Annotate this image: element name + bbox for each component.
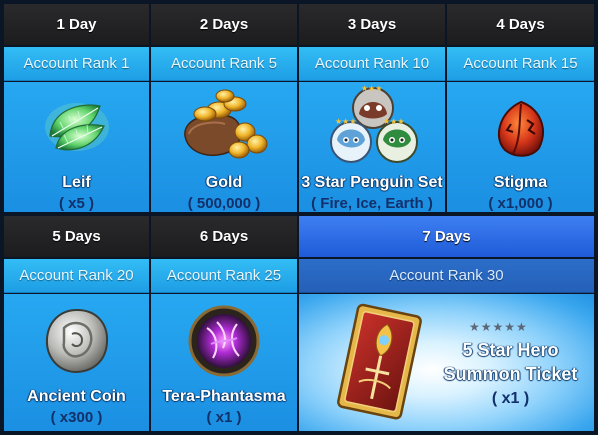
reward-quantity: ( x5 )	[58, 195, 94, 212]
reward-quantity: ( x1 )	[491, 390, 530, 407]
leaf-icon	[45, 103, 109, 151]
reward-cell-day-1[interactable]: 1 Day Account Rank 1 Leif ( x5 )	[4, 4, 149, 212]
reward-name: Ancient Coin	[27, 388, 126, 405]
reward-quantity: ( x1 )	[206, 409, 242, 426]
account-rank-label: Account Rank 20	[4, 259, 149, 293]
reward-cell-day-4[interactable]: 4 Days Account Rank 15 Stigma ( x1,000 )	[447, 4, 594, 212]
rarity-stars: ★★★★★	[469, 320, 528, 334]
reward-name-line-1: 5 Star Hero	[462, 340, 559, 360]
reward-cell-day-7[interactable]: 7 Days Account Rank 30 ★★★★★ 5 Star Hero…	[299, 216, 594, 431]
reward-cell-day-6[interactable]: 6 Days Account Rank 25 Tera-Phantasma ( …	[151, 216, 297, 431]
attendance-reward-board: 1 Day Account Rank 1 Leif ( x5 ) 2 Days …	[0, 0, 598, 435]
day-header: 4 Days	[447, 4, 594, 45]
reward-name: 3 Star Penguin Set	[301, 174, 443, 191]
account-rank-label: Account Rank 15	[447, 47, 594, 81]
reward-body: Ancient Coin ( x300 )	[4, 294, 149, 431]
reward-body: Leif ( x5 )	[4, 82, 149, 212]
reward-name-line-2: Summon Ticket	[443, 364, 578, 384]
reward-body: Tera-Phantasma ( x1 )	[151, 294, 297, 431]
reward-cell-day-5[interactable]: 5 Days Account Rank 20 Ancient Coin ( x3…	[4, 216, 149, 431]
reward-name: Leif	[62, 174, 91, 191]
reward-body: Stigma ( x1,000 )	[447, 82, 594, 212]
reward-body: Gold ( 500,000 )	[151, 82, 297, 212]
reward-cell-day-3[interactable]: 3 Days Account Rank 10 ★★★ ★★★ ★★★ 3 Sta…	[299, 4, 445, 212]
summon-ticket-icon	[337, 303, 422, 420]
reward-quantity: ( 500,000 )	[187, 195, 261, 212]
penguin-set-icon: ★★★ ★★★ ★★★	[330, 84, 418, 163]
gold-coins-icon	[184, 89, 268, 159]
reward-body: ★★★★★ 5 Star Hero Summon Ticket ( x1 )	[299, 294, 594, 431]
day-header: 3 Days	[299, 4, 445, 45]
day-header: 5 Days	[4, 216, 149, 257]
account-rank-label: Account Rank 5	[151, 47, 297, 81]
day-header: 1 Day	[4, 4, 149, 45]
account-rank-label: Account Rank 25	[151, 259, 297, 293]
reward-name: Gold	[205, 174, 243, 191]
reward-name: Tera-Phantasma	[162, 388, 286, 405]
reward-quantity: ( x1,000 )	[488, 195, 553, 212]
account-rank-label: Account Rank 30	[299, 259, 594, 293]
reward-name: Stigma	[493, 174, 548, 191]
reward-cell-day-2[interactable]: 2 Days Account Rank 5 Gold (500,000)	[151, 4, 297, 212]
reward-quantity: ( Fire, Ice, Earth )	[311, 195, 433, 212]
stigma-icon	[497, 100, 544, 157]
day-header: 7 Days	[299, 216, 594, 257]
reward-body: ★★★ ★★★ ★★★ 3 Star Penguin Set ( Fire, I…	[299, 82, 445, 212]
svg-text:★★★: ★★★	[335, 117, 357, 126]
day-header: 6 Days	[151, 216, 297, 257]
svg-text:★★★: ★★★	[383, 117, 405, 126]
ancient-coin-icon	[45, 308, 109, 374]
reward-quantity: ( x300 )	[50, 409, 103, 426]
svg-text:★★★: ★★★	[361, 84, 383, 93]
account-rank-label: Account Rank 10	[299, 47, 445, 81]
tera-phantasma-icon	[188, 305, 260, 377]
account-rank-label: Account Rank 1	[4, 47, 149, 81]
day-header: 2 Days	[151, 4, 297, 45]
